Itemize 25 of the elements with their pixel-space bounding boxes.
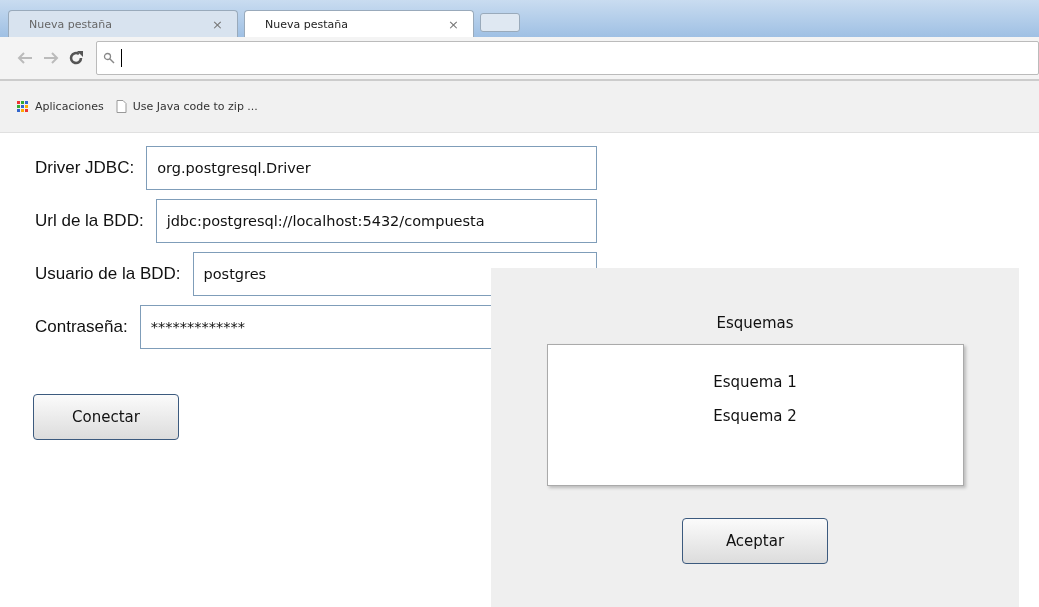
list-item[interactable]: Esquema 1 xyxy=(713,373,797,391)
browser-tab[interactable]: Nueva pestaña × xyxy=(8,10,238,37)
apps-grid-icon xyxy=(17,100,29,113)
input-field[interactable]: org.postgresql.Driver xyxy=(146,146,597,190)
dialog-title: Esquemas xyxy=(716,314,794,332)
connect-button[interactable]: Conectar xyxy=(33,394,179,440)
field-label: Usuario de la BDD: xyxy=(35,264,181,284)
field-label: Driver JDBC: xyxy=(35,158,135,178)
accept-button[interactable]: Aceptar xyxy=(682,518,828,564)
bookmark-item[interactable]: Aplicaciones xyxy=(17,100,104,113)
input-field[interactable]: jdbc:postgresql://localhost:5432/compuesta xyxy=(155,199,597,243)
address-bar[interactable] xyxy=(96,41,1039,75)
reload-icon[interactable] xyxy=(68,50,84,66)
new-tab-button[interactable] xyxy=(480,13,520,32)
field-label: Url de la BDD: xyxy=(35,211,144,231)
page-icon xyxy=(115,100,127,113)
field-label: Contraseña: xyxy=(35,317,128,337)
forward-icon[interactable] xyxy=(42,51,60,65)
list-item[interactable]: Esquema 2 xyxy=(713,407,797,425)
close-icon[interactable]: × xyxy=(212,16,223,32)
browser-tab[interactable]: Nueva pestaña × xyxy=(244,10,474,37)
search-icon xyxy=(103,52,115,64)
bookmark-item[interactable]: Use Java code to zip ... xyxy=(115,100,258,113)
back-icon[interactable] xyxy=(16,51,34,65)
close-icon[interactable]: × xyxy=(448,16,459,32)
